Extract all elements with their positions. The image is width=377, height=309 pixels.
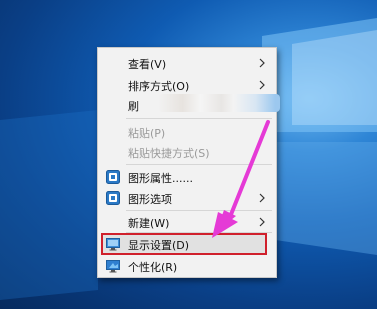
desktop-context-menu: 查看(V) 排序方式(O) 刷 粘贴(P) 粘贴快捷方式(S) 图形属性....… bbox=[97, 47, 280, 278]
chevron-right-icon bbox=[259, 80, 265, 90]
menu-item-label: 个性化(R) bbox=[128, 261, 178, 274]
menu-item-sort-by[interactable]: 排序方式(O) bbox=[98, 74, 276, 96]
menu-item-label: 粘贴快捷方式(S) bbox=[128, 147, 210, 160]
personalize-icon bbox=[106, 260, 120, 273]
menu-item-new[interactable]: 新建(W) bbox=[98, 211, 276, 233]
menu-item-view[interactable]: 查看(V) bbox=[98, 52, 276, 74]
display-icon bbox=[106, 238, 120, 251]
menu-item-display-settings[interactable]: 显示设置(D) bbox=[98, 233, 276, 255]
menu-item-paste-shortcut[interactable]: 粘贴快捷方式(S) bbox=[98, 141, 276, 163]
menu-item-graphics-options[interactable]: 图形选项 bbox=[98, 187, 276, 209]
intel-graphics-icon bbox=[106, 191, 120, 205]
menu-item-label: 图形选项 bbox=[128, 193, 172, 206]
menu-item-label: 显示设置(D) bbox=[128, 239, 190, 252]
menu-separator bbox=[126, 164, 272, 165]
menu-separator bbox=[126, 118, 272, 119]
chevron-right-icon bbox=[259, 58, 265, 68]
intel-graphics-icon bbox=[106, 170, 120, 184]
menu-item-label: 粘贴(P) bbox=[128, 127, 166, 140]
chevron-right-icon bbox=[259, 193, 265, 203]
menu-item-paste[interactable]: 粘贴(P) bbox=[98, 121, 276, 143]
menu-item-label: 查看(V) bbox=[128, 58, 167, 71]
menu-item-label: 图形属性...... bbox=[128, 172, 193, 185]
menu-item-graphics-properties[interactable]: 图形属性...... bbox=[98, 166, 276, 188]
chevron-right-icon bbox=[259, 217, 265, 227]
menu-item-personalize[interactable]: 个性化(R) bbox=[98, 255, 276, 277]
menu-item-label: 刷 bbox=[128, 100, 139, 113]
blurred-redaction bbox=[158, 94, 280, 112]
menu-item-label: 新建(W) bbox=[128, 217, 170, 230]
menu-item-label: 排序方式(O) bbox=[128, 80, 190, 93]
